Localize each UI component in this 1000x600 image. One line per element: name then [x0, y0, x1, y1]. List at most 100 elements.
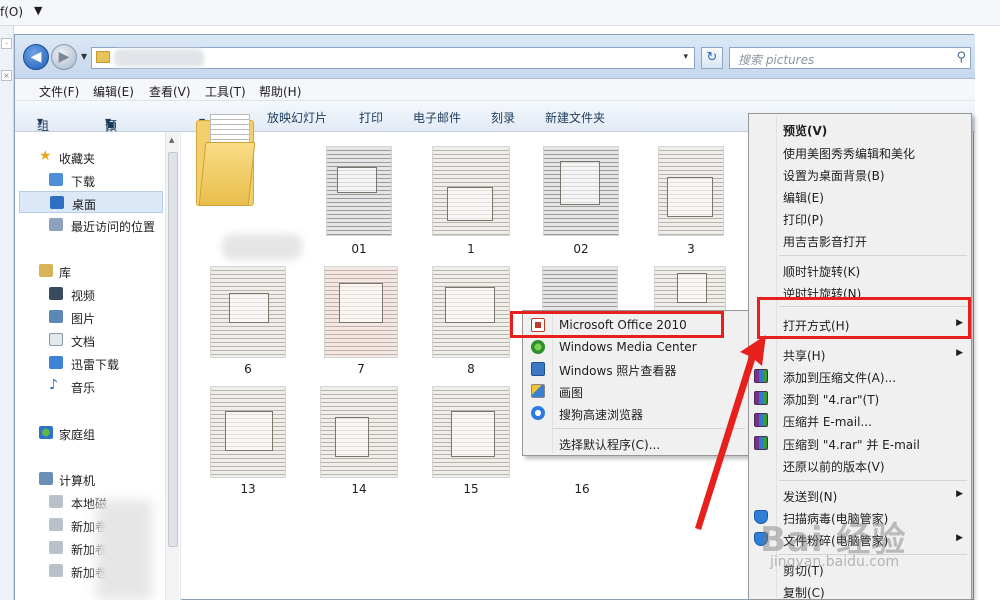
ctx-compress-rar-email[interactable]: 压缩到 "4.rar" 并 E-mail: [749, 432, 971, 454]
burn-button[interactable]: 刻录: [491, 109, 515, 126]
outer-menu-arrow-icon[interactable]: ▼: [34, 4, 42, 17]
image-preview: [324, 266, 398, 358]
file-thumbnail[interactable]: 15: [432, 386, 510, 498]
file-name: 15: [463, 482, 479, 496]
file-name: 01: [351, 242, 367, 256]
address-dropdown-icon[interactable]: ▾: [683, 52, 688, 62]
minimize-icon[interactable]: -: [1, 38, 12, 49]
open-with-media-center[interactable]: Windows Media Center: [523, 336, 749, 358]
ctx-rotate-cw[interactable]: 顺时针旋转(K): [749, 259, 971, 281]
email-button[interactable]: 电子邮件: [413, 109, 461, 126]
file-thumbnail[interactable]: 16: [542, 456, 622, 498]
ctx-rotate-cw-label: 顺时针旋转(K): [783, 265, 861, 279]
ctx-compress-email[interactable]: 压缩并 E-mail...: [749, 409, 971, 431]
ctx-send-to[interactable]: 发送到(N) ▶: [749, 484, 971, 506]
file-thumbnail[interactable]: 13: [210, 386, 286, 498]
nav-downloads[interactable]: 下载: [15, 169, 165, 191]
nav-homegroup[interactable]: 家庭组: [15, 422, 165, 444]
nav-music-label: 音乐: [71, 381, 96, 395]
refresh-button[interactable]: ↻: [701, 47, 723, 69]
recent-pages-chevron-icon[interactable]: ▼: [81, 52, 87, 61]
open-with-photo-viewer[interactable]: Windows 照片查看器: [523, 358, 749, 380]
open-with-paint-label: 画图: [559, 386, 584, 400]
address-bar-area: ◀ ▶ ▼ ▾ ↻ 搜索 pictures ⚲: [15, 35, 975, 79]
ctx-preview[interactable]: 预览(V): [749, 118, 971, 140]
address-field[interactable]: ▾: [91, 47, 695, 69]
menu-edit[interactable]: 编辑(E): [93, 83, 134, 100]
nav-computer-label: 计算机: [59, 474, 96, 488]
ctx-print[interactable]: 打印(P): [749, 207, 971, 229]
file-thumbnail[interactable]: 6: [210, 266, 286, 378]
search-box[interactable]: 搜索 pictures ⚲: [729, 47, 971, 69]
nav-favorites[interactable]: ★ 收藏夹: [15, 146, 165, 168]
image-preview: [654, 266, 726, 312]
open-with-sogou-browser[interactable]: 搜狗高速浏览器: [523, 402, 749, 424]
folder-thumbnail[interactable]: [196, 112, 268, 207]
file-thumbnail-partial[interactable]: [654, 266, 726, 312]
ctx-share[interactable]: 共享(H) ▶: [749, 343, 971, 365]
menu-file[interactable]: 文件(F): [39, 83, 79, 100]
outer-menu-strip: f(O) ▼: [0, 0, 1000, 26]
ctx-beautify-label: 使用美图秀秀编辑和美化: [783, 147, 916, 161]
print-button[interactable]: 打印: [359, 109, 383, 126]
nav-documents-label: 文档: [71, 335, 96, 349]
back-button[interactable]: ◀: [23, 44, 49, 70]
slideshow-button[interactable]: 放映幻灯片: [267, 109, 327, 126]
ctx-video-open[interactable]: 用吉吉影音打开: [749, 229, 971, 251]
file-thumbnail-partial[interactable]: [542, 266, 618, 312]
menu-tools[interactable]: 工具(T): [205, 83, 246, 100]
search-icon[interactable]: ⚲: [956, 50, 966, 65]
blurred-folder-name: [222, 234, 302, 260]
file-name: 16: [574, 482, 590, 496]
nav-scroll-thumb[interactable]: [168, 152, 178, 547]
thunder-icon: [49, 356, 63, 369]
nav-documents[interactable]: 文档: [15, 329, 165, 351]
nav-pictures[interactable]: 图片: [15, 306, 165, 328]
image-preview: [320, 386, 398, 478]
nav-music[interactable]: ♪ 音乐: [15, 375, 165, 397]
image-preview: [210, 386, 286, 478]
choose-default-program[interactable]: 选择默认程序(C)...: [523, 432, 749, 454]
menu-view[interactable]: 查看(V): [149, 83, 191, 100]
nav-downloads-label: 下载: [71, 175, 96, 189]
nav-recent[interactable]: 最近访问的位置: [15, 214, 165, 236]
image-preview: [658, 146, 724, 236]
nav-computer[interactable]: 计算机: [15, 468, 165, 490]
menu-help[interactable]: 帮助(H): [259, 83, 301, 100]
highlight-open-with: [757, 297, 971, 339]
nav-libraries[interactable]: 库: [15, 260, 165, 282]
ctx-add-rar[interactable]: 添加到 "4.rar"(T): [749, 387, 971, 409]
outer-menu-label[interactable]: f(O): [0, 5, 23, 19]
ctx-copy[interactable]: 复制(C): [749, 580, 971, 600]
open-with-paint[interactable]: 画图: [523, 380, 749, 402]
ctx-restore-versions[interactable]: 还原以前的版本(V): [749, 454, 971, 476]
baidu-watermark-url: jingyan.baidu.com: [770, 554, 900, 570]
ctx-beautify[interactable]: 使用美图秀秀编辑和美化: [749, 141, 971, 163]
ctx-set-wallpaper[interactable]: 设置为桌面背景(B): [749, 163, 971, 185]
ctx-edit[interactable]: 编辑(E): [749, 185, 971, 207]
file-thumbnail[interactable]: 1: [432, 146, 510, 256]
ctx-send-to-label: 发送到(N): [783, 490, 838, 504]
file-thumbnail[interactable]: 02: [543, 146, 619, 256]
file-thumbnail[interactable]: 3: [658, 146, 724, 256]
winrar-icon: [754, 369, 768, 383]
nav-desktop[interactable]: 桌面: [19, 191, 163, 213]
file-thumbnail[interactable]: 14: [320, 386, 398, 498]
library-icon: [39, 264, 53, 277]
ctx-add-archive[interactable]: 添加到压缩文件(A)...: [749, 365, 971, 387]
nav-scrollbar[interactable]: ▲: [165, 132, 179, 600]
file-thumbnail[interactable]: 8: [432, 266, 510, 378]
scroll-up-icon[interactable]: ▲: [169, 136, 174, 144]
close-icon[interactable]: ×: [1, 70, 12, 81]
photo-viewer-icon: [531, 362, 545, 376]
file-thumbnail[interactable]: 01: [326, 146, 392, 256]
nav-thunder[interactable]: 迅雷下载: [15, 352, 165, 374]
screenshot-root: f(O) ▼ - × ◀ ▶ ▼ ▾ ↻ 搜索 pictures ⚲ 文件(F)…: [0, 0, 1000, 600]
picture-icon: [49, 310, 63, 323]
music-icon: ♪: [49, 377, 58, 393]
file-thumbnail[interactable]: 7: [324, 266, 398, 378]
new-folder-button[interactable]: 新建文件夹: [545, 109, 605, 126]
document-icon: [49, 333, 63, 346]
forward-button[interactable]: ▶: [51, 44, 77, 70]
nav-videos[interactable]: 视频: [15, 283, 165, 305]
